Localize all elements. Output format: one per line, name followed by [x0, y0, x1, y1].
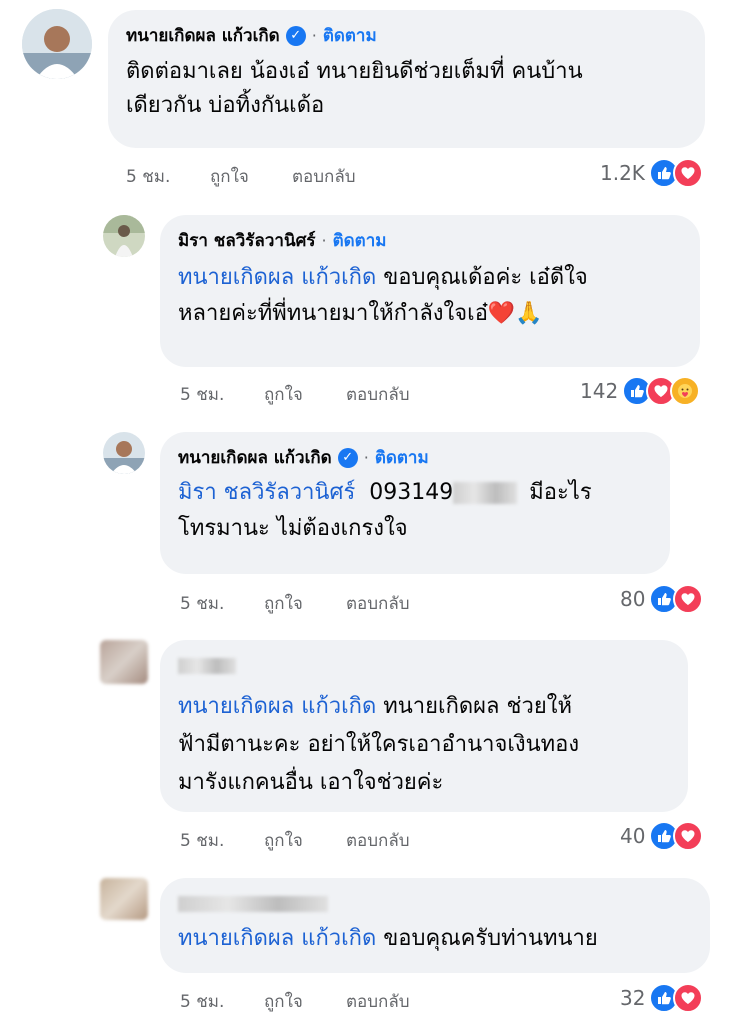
like-action[interactable]: ถูกใจ — [264, 827, 346, 854]
avatar[interactable] — [100, 640, 148, 684]
reaction-summary[interactable]: 40 — [620, 821, 704, 851]
comment-text: มิรา ชลวิรัลวานิศร์ 093149 มีอะไร โทรมาน… — [178, 475, 652, 547]
comment-line: ทนายเกิดผล ช่วยให้ — [376, 694, 572, 719]
comment-actions: 5 ชม. ถูกใจ ตอบกลับ — [180, 988, 410, 1015]
reaction-summary[interactable]: 1.2K — [600, 158, 703, 188]
comment-bubble: ทนายเกิดผล แก้วเกิด ขอบคุณครับท่านทนาย — [160, 878, 710, 973]
avatar[interactable] — [100, 878, 148, 920]
reaction-count: 32 — [620, 986, 646, 1010]
comment-text: ติดต่อมาเลย น้องเอ๋ ทนายยินดีช่วยเต็มที่… — [126, 55, 687, 123]
separator-dot: · — [363, 448, 369, 467]
love-reaction-icon — [673, 983, 704, 1013]
reply-action[interactable]: ตอบกลับ — [292, 163, 356, 190]
timestamp[interactable]: 5 ชม. — [180, 590, 264, 617]
reaction-count: 80 — [620, 587, 646, 611]
care-reaction-icon — [670, 376, 701, 406]
separator-dot: · — [311, 26, 317, 45]
reaction-summary[interactable]: 80 — [620, 584, 704, 614]
person-photo-icon — [103, 215, 145, 257]
reply-action[interactable]: ตอบกลับ — [346, 381, 410, 408]
commenter-name[interactable]: ทนายเกิดผล แก้วเกิด — [178, 444, 332, 471]
comment-actions: 5 ชม. ถูกใจ ตอบกลับ — [180, 381, 410, 408]
comment-line: หลายค่ะที่พี่ทนายมาให้กำลังใจเอ๋❤️🙏 — [178, 301, 543, 326]
commenter-name[interactable]: ทนายเกิดผล แก้วเกิด — [126, 22, 280, 49]
follow-button[interactable]: ติดตาม — [333, 227, 387, 254]
comment-line: ติดต่อมาเลย น้องเอ๋ ทนายยินดีช่วยเต็มที่… — [126, 59, 583, 84]
follow-button[interactable]: ติดตาม — [323, 22, 377, 49]
comment-bubble: มิรา ชลวิรัลวานิศร์ · ติดตาม ทนายเกิดผล … — [160, 215, 700, 367]
redacted-name — [178, 896, 328, 912]
comment-actions: 5 ชม. ถูกใจ ตอบกลับ — [180, 590, 410, 617]
mention-link[interactable]: ทนายเกิดผล แก้วเกิด — [178, 265, 376, 290]
person-photo-icon — [103, 432, 145, 474]
love-reaction-icon — [672, 158, 703, 188]
comment-line: ขอบคุณครับท่านทนาย — [376, 926, 598, 951]
redacted-name — [178, 658, 236, 674]
comment-text: ทนายเกิดผล แก้วเกิด ขอบคุณครับท่านทนาย — [178, 922, 692, 956]
comment-actions: 5 ชม. ถูกใจ ตอบกลับ — [126, 163, 356, 190]
comment-line: มีอะไร — [529, 480, 592, 505]
reply-action[interactable]: ตอบกลับ — [346, 590, 410, 617]
timestamp[interactable]: 5 ชม. — [126, 163, 210, 190]
verified-badge-icon: ✓ — [285, 25, 306, 46]
like-action[interactable]: ถูกใจ — [264, 590, 346, 617]
reaction-summary[interactable]: 32 — [620, 983, 704, 1013]
reply-action[interactable]: ตอบกลับ — [346, 827, 410, 854]
reaction-summary[interactable]: 142 — [580, 376, 701, 406]
follow-button[interactable]: ติดตาม — [375, 444, 429, 471]
comment-actions: 5 ชม. ถูกใจ ตอบกลับ — [180, 827, 410, 854]
comment-line: โทรมานะ ไม่ต้องเกรงใจ — [178, 516, 408, 541]
reaction-count: 1.2K — [600, 161, 645, 185]
love-reaction-icon — [673, 821, 704, 851]
comment-bubble: ทนายเกิดผล แก้วเกิด ทนายเกิดผล ช่วยให้ ฟ… — [160, 640, 688, 812]
avatar[interactable] — [103, 432, 145, 474]
love-reaction-icon — [673, 584, 704, 614]
comment-text: ทนายเกิดผล แก้วเกิด ขอบคุณเด้อค่ะ เอ๋ดีใ… — [178, 260, 682, 332]
comment-line: ฟ้ามีตานะคะ อย่าให้ใครเอาอำนาจเงินทอง — [178, 732, 580, 757]
mention-link[interactable]: ทนายเกิดผล แก้วเกิด — [178, 694, 376, 719]
avatar[interactable] — [22, 9, 92, 79]
redacted-digits — [453, 482, 518, 504]
timestamp[interactable]: 5 ชม. — [180, 988, 264, 1015]
avatar[interactable] — [103, 215, 145, 257]
reaction-count: 142 — [580, 379, 619, 403]
like-action[interactable]: ถูกใจ — [210, 163, 292, 190]
comment-text: ทนายเกิดผล แก้วเกิด ทนายเกิดผล ช่วยให้ ฟ… — [178, 688, 670, 802]
comment-line: ขอบคุณเด้อค่ะ เอ๋ดีใจ — [376, 265, 588, 290]
like-action[interactable]: ถูกใจ — [264, 988, 346, 1015]
mention-link[interactable]: มิรา ชลวิรัลวานิศร์ — [178, 475, 355, 511]
comment-line: มารังแกคนอื่น เอาใจช่วยค่ะ — [178, 770, 444, 795]
separator-dot: · — [321, 231, 327, 250]
timestamp[interactable]: 5 ชม. — [180, 381, 264, 408]
comment-bubble: ทนายเกิดผล แก้วเกิด ✓ · ติดตาม ติดต่อมาเ… — [108, 10, 705, 148]
timestamp[interactable]: 5 ชม. — [180, 827, 264, 854]
comment-bubble: ทนายเกิดผล แก้วเกิด ✓ · ติดตาม มิรา ชลวิ… — [160, 432, 670, 574]
reaction-count: 40 — [620, 824, 646, 848]
person-photo-icon — [22, 9, 92, 79]
reply-action[interactable]: ตอบกลับ — [346, 988, 410, 1015]
phone-number: 093149 — [369, 480, 454, 505]
comment-line: เดียวกัน บ่อทิ้งกันเด้อ — [126, 93, 325, 118]
verified-badge-icon: ✓ — [337, 447, 358, 468]
mention-link[interactable]: ทนายเกิดผล แก้วเกิด — [178, 926, 376, 951]
commenter-name[interactable]: มิรา ชลวิรัลวานิศร์ — [178, 227, 316, 254]
like-action[interactable]: ถูกใจ — [264, 381, 346, 408]
